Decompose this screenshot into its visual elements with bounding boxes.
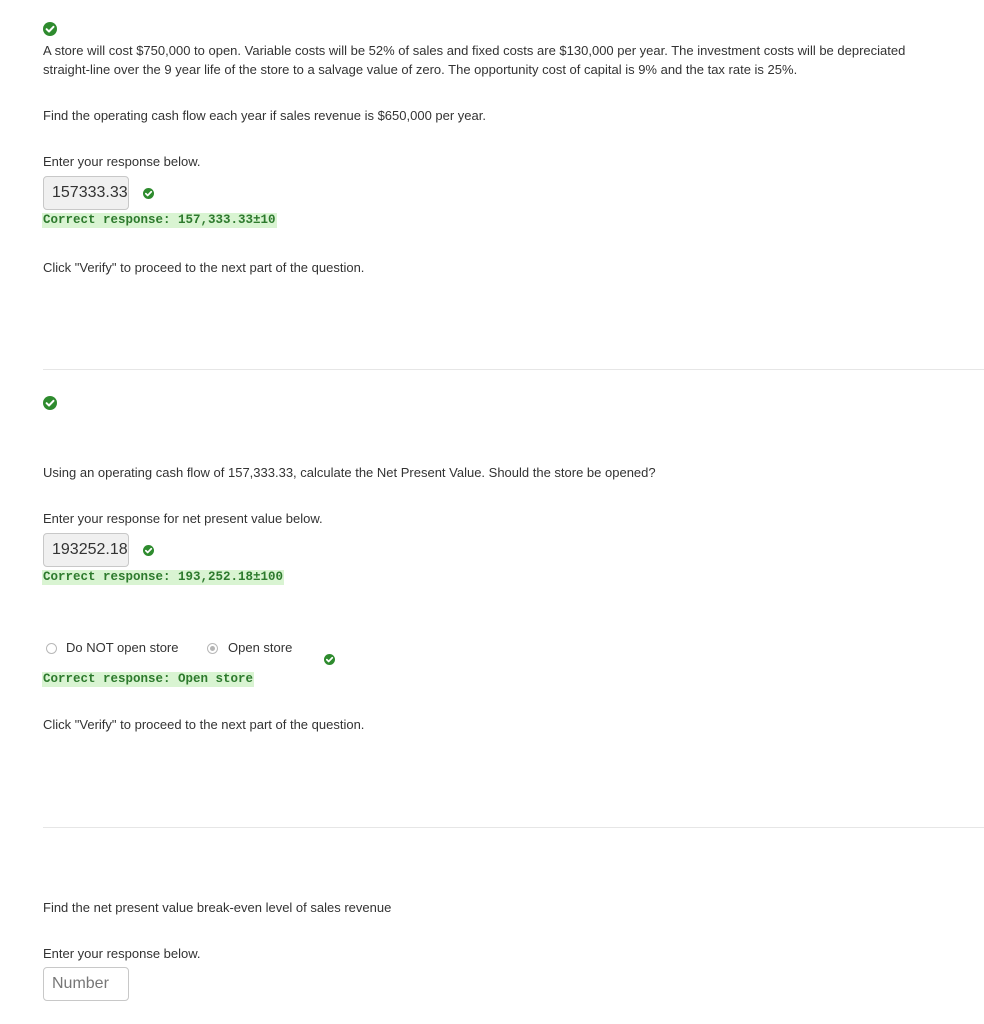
part2-correct-response: Correct response: 193,252.18±100 — [42, 570, 285, 585]
part3-prompt: Enter your response below. — [43, 946, 201, 961]
radio-label-open-store[interactable]: Open store — [228, 639, 292, 656]
part2-choice-check-icon — [324, 654, 335, 665]
part1-answer-input[interactable]: 157333.33 — [43, 176, 129, 210]
part1-problem-line-1: A store will cost $750,000 to open. Vari… — [43, 43, 906, 58]
part1-prompt: Enter your response below. — [43, 154, 201, 169]
part3-question: Find the net present value break-even le… — [43, 900, 392, 915]
part1-question: Find the operating cash flow each year i… — [43, 108, 486, 123]
part2-prompt: Enter your response for net present valu… — [43, 511, 323, 526]
part1-answer-check-icon — [143, 188, 154, 199]
part2-answer-check-icon — [143, 545, 154, 556]
part1-correct-response: Correct response: 157,333.33±10 — [42, 213, 277, 228]
part2-correct-check-icon — [43, 396, 57, 410]
part2-npv-answer-input[interactable]: 193252.18 — [43, 533, 129, 567]
part1-verify-instruction: Click "Verify" to proceed to the next pa… — [43, 260, 365, 275]
part2-divider — [43, 827, 984, 828]
part1-correct-check-icon — [43, 22, 57, 36]
part2-verify-instruction: Click "Verify" to proceed to the next pa… — [43, 717, 365, 732]
radio-open-store[interactable] — [207, 643, 218, 654]
part2-choice-correct-response: Correct response: Open store — [42, 672, 255, 687]
part1-problem-line-2: straight-line over the 9 year life of th… — [43, 62, 798, 77]
part3-answer-input[interactable]: Number — [43, 967, 129, 1001]
part1-divider — [43, 369, 984, 370]
radio-label-do-not-open-store[interactable]: Do NOT open store — [66, 639, 178, 656]
part2-question: Using an operating cash flow of 157,333.… — [43, 465, 656, 480]
radio-do-not-open-store[interactable] — [46, 643, 57, 654]
